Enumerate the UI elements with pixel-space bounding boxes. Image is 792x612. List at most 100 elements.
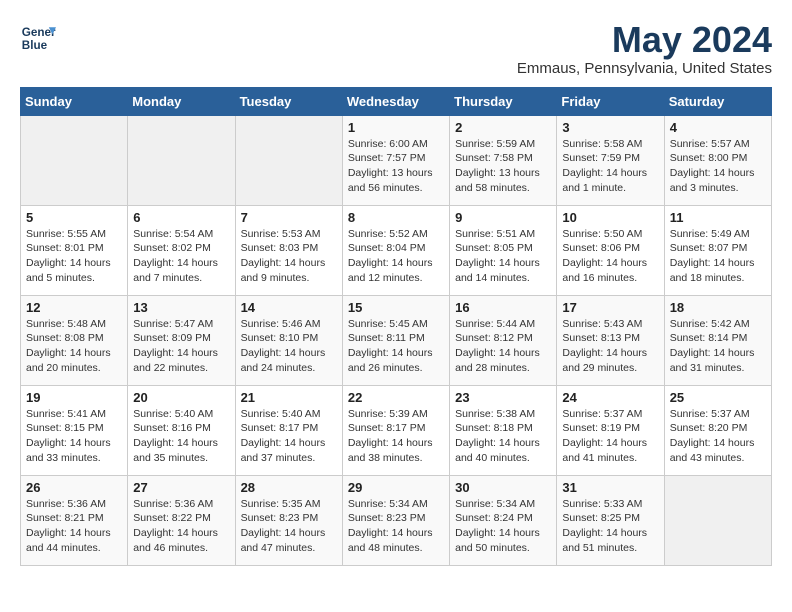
day-number: 20 bbox=[133, 390, 229, 405]
logo: General Blue bbox=[20, 20, 56, 56]
day-info: Sunrise: 5:37 AMSunset: 8:19 PMDaylight:… bbox=[562, 407, 658, 466]
day-info: Sunrise: 5:51 AMSunset: 8:05 PMDaylight:… bbox=[455, 227, 551, 286]
day-number: 22 bbox=[348, 390, 444, 405]
page-header: General Blue May 2024 Emmaus, Pennsylvan… bbox=[20, 20, 772, 77]
calendar-cell: 5 Sunrise: 5:55 AMSunset: 8:01 PMDaylight… bbox=[21, 205, 128, 295]
weekday-header-tuesday: Tuesday bbox=[235, 87, 342, 115]
weekday-header-wednesday: Wednesday bbox=[342, 87, 449, 115]
day-number: 17 bbox=[562, 300, 658, 315]
day-info: Sunrise: 5:44 AMSunset: 8:12 PMDaylight:… bbox=[455, 317, 551, 376]
weekday-header-monday: Monday bbox=[128, 87, 235, 115]
day-info: Sunrise: 5:48 AMSunset: 8:08 PMDaylight:… bbox=[26, 317, 122, 376]
weekday-header-friday: Friday bbox=[557, 87, 664, 115]
calendar-cell bbox=[21, 115, 128, 205]
calendar-cell: 15 Sunrise: 5:45 AMSunset: 8:11 PMDayligh… bbox=[342, 295, 449, 385]
calendar-cell: 30 Sunrise: 5:34 AMSunset: 8:24 PMDayligh… bbox=[450, 475, 557, 565]
calendar-cell bbox=[664, 475, 771, 565]
day-number: 31 bbox=[562, 480, 658, 495]
day-info: Sunrise: 5:58 AMSunset: 7:59 PMDaylight:… bbox=[562, 137, 658, 196]
day-info: Sunrise: 5:38 AMSunset: 8:18 PMDaylight:… bbox=[455, 407, 551, 466]
calendar-cell: 13 Sunrise: 5:47 AMSunset: 8:09 PMDayligh… bbox=[128, 295, 235, 385]
day-info: Sunrise: 5:49 AMSunset: 8:07 PMDaylight:… bbox=[670, 227, 766, 286]
day-info: Sunrise: 5:34 AMSunset: 8:23 PMDaylight:… bbox=[348, 497, 444, 556]
day-number: 16 bbox=[455, 300, 551, 315]
calendar-cell: 31 Sunrise: 5:33 AMSunset: 8:25 PMDayligh… bbox=[557, 475, 664, 565]
day-info: Sunrise: 5:45 AMSunset: 8:11 PMDaylight:… bbox=[348, 317, 444, 376]
svg-text:Blue: Blue bbox=[22, 39, 48, 52]
calendar-cell: 20 Sunrise: 5:40 AMSunset: 8:16 PMDayligh… bbox=[128, 385, 235, 475]
day-info: Sunrise: 5:40 AMSunset: 8:16 PMDaylight:… bbox=[133, 407, 229, 466]
calendar-cell: 8Sunrise: 5:52 AMSunset: 8:04 PMDaylight… bbox=[342, 205, 449, 295]
calendar-cell: 10 Sunrise: 5:50 AMSunset: 8:06 PMDayligh… bbox=[557, 205, 664, 295]
day-number: 12 bbox=[26, 300, 122, 315]
day-info: Sunrise: 5:34 AMSunset: 8:24 PMDaylight:… bbox=[455, 497, 551, 556]
day-number: 5 bbox=[26, 210, 122, 225]
day-number: 18 bbox=[670, 300, 766, 315]
day-info: Sunrise: 5:33 AMSunset: 8:25 PMDaylight:… bbox=[562, 497, 658, 556]
day-number: 25 bbox=[670, 390, 766, 405]
calendar-table: SundayMondayTuesdayWednesdayThursdayFrid… bbox=[20, 87, 772, 566]
day-info: Sunrise: 6:00 AMSunset: 7:57 PMDaylight:… bbox=[348, 137, 444, 196]
day-number: 1 bbox=[348, 120, 444, 135]
calendar-cell: 11 Sunrise: 5:49 AMSunset: 8:07 PMDayligh… bbox=[664, 205, 771, 295]
day-number: 4 bbox=[670, 120, 766, 135]
day-number: 24 bbox=[562, 390, 658, 405]
calendar-cell: 16 Sunrise: 5:44 AMSunset: 8:12 PMDayligh… bbox=[450, 295, 557, 385]
day-info: Sunrise: 5:57 AMSunset: 8:00 PMDaylight:… bbox=[670, 137, 766, 196]
day-info: Sunrise: 5:59 AMSunset: 7:58 PMDaylight:… bbox=[455, 137, 551, 196]
day-info: Sunrise: 5:47 AMSunset: 8:09 PMDaylight:… bbox=[133, 317, 229, 376]
calendar-cell bbox=[235, 115, 342, 205]
location: Emmaus, Pennsylvania, United States bbox=[517, 60, 772, 77]
month-title: May 2024 bbox=[517, 20, 772, 60]
day-number: 9 bbox=[455, 210, 551, 225]
day-number: 11 bbox=[670, 210, 766, 225]
day-number: 21 bbox=[241, 390, 337, 405]
day-number: 30 bbox=[455, 480, 551, 495]
calendar-cell: 28 Sunrise: 5:35 AMSunset: 8:23 PMDayligh… bbox=[235, 475, 342, 565]
calendar-cell: 14Sunrise: 5:46 AMSunset: 8:10 PMDayligh… bbox=[235, 295, 342, 385]
day-info: Sunrise: 5:42 AMSunset: 8:14 PMDaylight:… bbox=[670, 317, 766, 376]
day-info: Sunrise: 5:39 AMSunset: 8:17 PMDaylight:… bbox=[348, 407, 444, 466]
day-number: 7 bbox=[241, 210, 337, 225]
day-info: Sunrise: 5:53 AMSunset: 8:03 PMDaylight:… bbox=[241, 227, 337, 286]
day-number: 13 bbox=[133, 300, 229, 315]
day-number: 14 bbox=[241, 300, 337, 315]
day-info: Sunrise: 5:40 AMSunset: 8:17 PMDaylight:… bbox=[241, 407, 337, 466]
day-info: Sunrise: 5:36 AMSunset: 8:22 PMDaylight:… bbox=[133, 497, 229, 556]
day-info: Sunrise: 5:50 AMSunset: 8:06 PMDaylight:… bbox=[562, 227, 658, 286]
calendar-cell: 7 Sunrise: 5:53 AMSunset: 8:03 PMDaylight… bbox=[235, 205, 342, 295]
calendar-cell: 24 Sunrise: 5:37 AMSunset: 8:19 PMDayligh… bbox=[557, 385, 664, 475]
day-info: Sunrise: 5:55 AMSunset: 8:01 PMDaylight:… bbox=[26, 227, 122, 286]
day-number: 27 bbox=[133, 480, 229, 495]
title-section: May 2024 Emmaus, Pennsylvania, United St… bbox=[517, 20, 772, 77]
calendar-cell: 21 Sunrise: 5:40 AMSunset: 8:17 PMDayligh… bbox=[235, 385, 342, 475]
calendar-cell: 19 Sunrise: 5:41 AMSunset: 8:15 PMDayligh… bbox=[21, 385, 128, 475]
calendar-cell: 4 Sunrise: 5:57 AMSunset: 8:00 PMDaylight… bbox=[664, 115, 771, 205]
day-info: Sunrise: 5:36 AMSunset: 8:21 PMDaylight:… bbox=[26, 497, 122, 556]
weekday-header-thursday: Thursday bbox=[450, 87, 557, 115]
day-number: 15 bbox=[348, 300, 444, 315]
weekday-header-sunday: Sunday bbox=[21, 87, 128, 115]
day-info: Sunrise: 5:35 AMSunset: 8:23 PMDaylight:… bbox=[241, 497, 337, 556]
calendar-cell: 22 Sunrise: 5:39 AMSunset: 8:17 PMDayligh… bbox=[342, 385, 449, 475]
calendar-cell: 26 Sunrise: 5:36 AMSunset: 8:21 PMDayligh… bbox=[21, 475, 128, 565]
day-number: 26 bbox=[26, 480, 122, 495]
day-info: Sunrise: 5:37 AMSunset: 8:20 PMDaylight:… bbox=[670, 407, 766, 466]
calendar-cell: 9 Sunrise: 5:51 AMSunset: 8:05 PMDaylight… bbox=[450, 205, 557, 295]
calendar-cell: 1 Sunrise: 6:00 AMSunset: 7:57 PMDaylight… bbox=[342, 115, 449, 205]
day-number: 28 bbox=[241, 480, 337, 495]
day-number: 29 bbox=[348, 480, 444, 495]
day-number: 10 bbox=[562, 210, 658, 225]
day-number: 23 bbox=[455, 390, 551, 405]
weekday-header-saturday: Saturday bbox=[664, 87, 771, 115]
calendar-cell: 25 Sunrise: 5:37 AMSunset: 8:20 PMDayligh… bbox=[664, 385, 771, 475]
calendar-cell: 6 Sunrise: 5:54 AMSunset: 8:02 PMDaylight… bbox=[128, 205, 235, 295]
day-number: 19 bbox=[26, 390, 122, 405]
day-info: Sunrise: 5:54 AMSunset: 8:02 PMDaylight:… bbox=[133, 227, 229, 286]
calendar-cell: 27 Sunrise: 5:36 AMSunset: 8:22 PMDayligh… bbox=[128, 475, 235, 565]
day-number: 6 bbox=[133, 210, 229, 225]
day-info: Sunrise: 5:41 AMSunset: 8:15 PMDaylight:… bbox=[26, 407, 122, 466]
day-number: 3 bbox=[562, 120, 658, 135]
calendar-cell: 18 Sunrise: 5:42 AMSunset: 8:14 PMDayligh… bbox=[664, 295, 771, 385]
calendar-cell: 29 Sunrise: 5:34 AMSunset: 8:23 PMDayligh… bbox=[342, 475, 449, 565]
